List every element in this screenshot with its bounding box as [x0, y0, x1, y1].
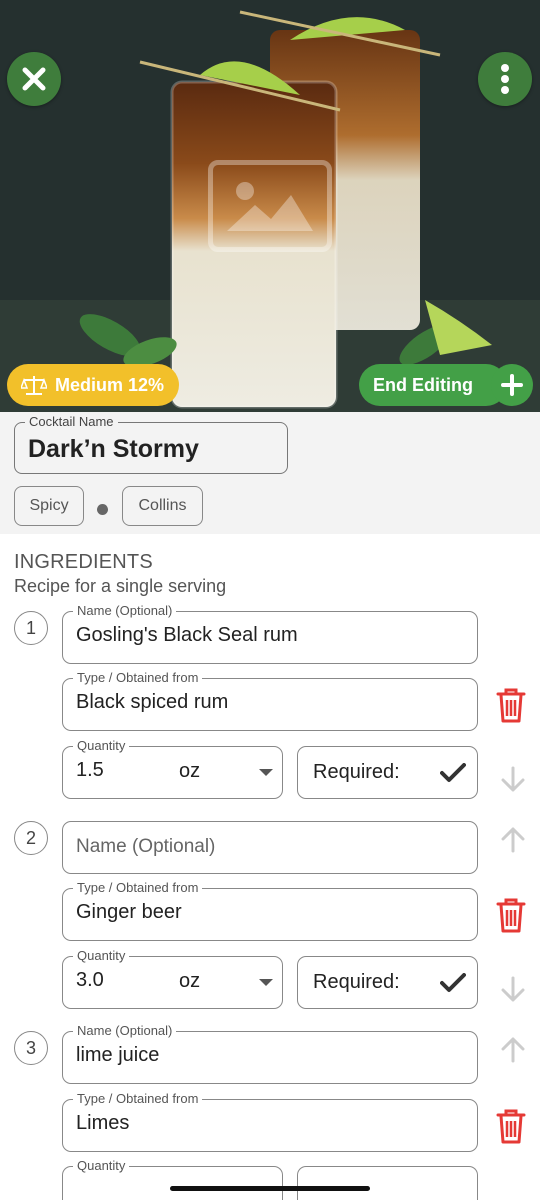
- ingredient-type-value: Ginger beer: [76, 901, 182, 923]
- cocktail-name-value: Dark’n Stormy: [28, 435, 199, 463]
- ingredient-name-value: Gosling's Black Seal rum: [76, 624, 298, 646]
- unit-dropdown-icon[interactable]: [259, 769, 273, 776]
- ingredient-type-value: Black spiced rum: [76, 691, 229, 713]
- more-options-button[interactable]: [478, 52, 532, 106]
- image-icon-graphic: [227, 182, 313, 231]
- move-up-icon[interactable]: [500, 1035, 526, 1063]
- cocktail-name-label: Cocktail Name: [25, 415, 118, 429]
- ingredients-subtitle: Recipe for a single serving: [14, 576, 227, 596]
- close-button[interactable]: [7, 52, 61, 106]
- check-icon: [440, 763, 466, 782]
- ingredient-quantity-field[interactable]: Quantity 3.0 oz: [62, 949, 283, 1009]
- ingredient-name-field[interactable]: Name (Optional): [62, 821, 478, 874]
- ingredient-quantity-field[interactable]: Quantity 1.5 oz: [62, 739, 283, 799]
- ingredient-name-field[interactable]: Name (Optional) Gosling's Black Seal rum: [62, 604, 478, 664]
- ingredient-quantity-label: Quantity: [73, 1159, 130, 1173]
- ingredient-name-value: lime juice: [76, 1044, 160, 1066]
- close-icon: [22, 67, 46, 91]
- ingredient-type-field[interactable]: Type / Obtained from Ginger beer: [62, 881, 478, 941]
- move-down-icon[interactable]: [500, 766, 526, 794]
- ingredient-name-label: Name (Optional): [73, 1024, 177, 1038]
- ingredient-type-label: Type / Obtained from: [73, 671, 203, 685]
- ingredient-type-label: Type / Obtained from: [73, 1092, 203, 1106]
- required-label: Required:: [313, 971, 400, 993]
- scale-icon: [21, 376, 47, 395]
- ingredient-required-toggle[interactable]: [297, 1166, 478, 1200]
- required-label: Required:: [313, 761, 400, 783]
- ingredient-name-label: Name (Optional): [73, 604, 177, 618]
- more-vertical-icon: [501, 64, 509, 94]
- ingredient-type-field[interactable]: Type / Obtained from Black spiced rum: [62, 671, 478, 731]
- ingredient-number: 1: [14, 611, 48, 645]
- ingredient-name-field[interactable]: Name (Optional) lime juice: [62, 1024, 478, 1084]
- image-placeholder-icon[interactable]: [208, 160, 332, 252]
- cocktail-photo[interactable]: Medium 12% End Editing: [0, 0, 540, 412]
- ingredient-quantity-label: Quantity: [73, 739, 130, 753]
- check-icon: [440, 973, 466, 992]
- end-editing-button[interactable]: End Editing: [359, 364, 507, 406]
- ingredient-unit[interactable]: oz: [179, 760, 200, 783]
- ingredient-required-toggle[interactable]: Required:: [297, 746, 478, 799]
- ingredient-type-value: Limes: [76, 1112, 130, 1134]
- ingredient-type-label: Type / Obtained from: [73, 881, 203, 895]
- move-down-icon[interactable]: [500, 976, 526, 1004]
- ingredient-quantity-value: 3.0: [76, 969, 104, 991]
- move-up-icon[interactable]: [500, 825, 526, 853]
- tag-chip[interactable]: Spicy: [14, 486, 84, 526]
- ingredient-unit[interactable]: oz: [179, 970, 200, 993]
- delete-ingredient-button[interactable]: [495, 1107, 527, 1145]
- home-indicator[interactable]: [170, 1186, 370, 1191]
- ingredient-name-placeholder: Name (Optional): [76, 836, 216, 857]
- ingredient-required-toggle[interactable]: Required:: [297, 956, 478, 1009]
- add-button[interactable]: [491, 364, 533, 406]
- delete-ingredient-button[interactable]: [495, 686, 527, 724]
- plus-icon: [501, 374, 523, 396]
- unit-dropdown-icon[interactable]: [259, 979, 273, 986]
- strength-label: Medium 12%: [55, 374, 165, 395]
- ingredient-quantity-value: 1.5: [76, 759, 104, 781]
- ingredients-title: INGREDIENTS: [14, 551, 153, 573]
- end-editing-label: End Editing: [373, 374, 473, 395]
- strength-button[interactable]: Medium 12%: [7, 364, 179, 406]
- ingredient-number: 2: [14, 821, 48, 855]
- cocktail-name-section: Cocktail Name Dark’n Stormy Spicy Collin…: [0, 412, 540, 534]
- tag-chip[interactable]: Collins: [122, 486, 203, 526]
- ingredient-type-field[interactable]: Type / Obtained from Limes: [62, 1092, 478, 1152]
- ingredient-quantity-label: Quantity: [73, 949, 130, 963]
- tag-separator-dot: [97, 504, 108, 515]
- ingredient-quantity-field[interactable]: Quantity: [62, 1159, 283, 1200]
- ingredient-number: 3: [14, 1031, 48, 1065]
- cocktail-name-field[interactable]: Cocktail Name Dark’n Stormy: [14, 415, 288, 474]
- delete-ingredient-button[interactable]: [495, 896, 527, 934]
